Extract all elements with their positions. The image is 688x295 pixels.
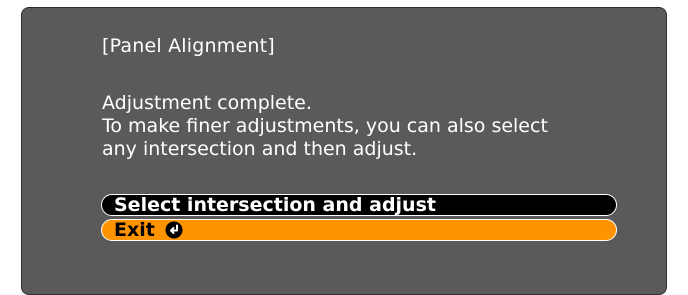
menu-item-label: Exit xyxy=(114,219,155,241)
options-menu: Select intersection and adjust Exit xyxy=(101,194,617,244)
menu-item-label: Select intersection and adjust xyxy=(114,194,436,216)
dialog-message: Adjustment complete. To make finer adjus… xyxy=(102,92,642,161)
message-line: any intersection and then adjust. xyxy=(102,138,418,160)
message-line: To make finer adjustments, you can also … xyxy=(102,115,548,137)
message-line: Adjustment complete. xyxy=(102,92,312,114)
exit-button[interactable]: Exit xyxy=(101,219,617,241)
enter-icon xyxy=(165,221,183,239)
dialog-title: [Panel Alignment] xyxy=(102,35,275,57)
panel-alignment-dialog: [Panel Alignment] Adjustment complete. T… xyxy=(21,7,667,295)
select-intersection-button[interactable]: Select intersection and adjust xyxy=(101,194,617,216)
